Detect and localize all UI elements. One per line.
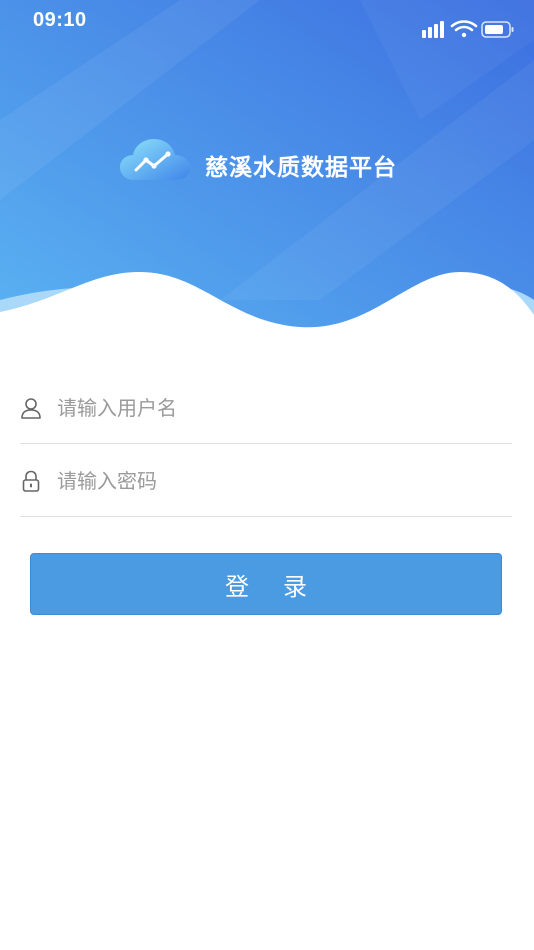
- app-title: 慈溪水质数据平台: [205, 155, 397, 181]
- password-field: [20, 444, 512, 517]
- password-input[interactable]: [55, 462, 499, 500]
- cloud-chart-icon: [120, 139, 190, 180]
- username-field: [20, 371, 512, 444]
- brand: 慈溪水质数据平台: [0, 138, 534, 188]
- status-bar: 09:10: [0, 0, 534, 44]
- status-time: 09:10: [33, 9, 87, 31]
- lock-icon: [22, 470, 40, 492]
- user-icon: [21, 398, 41, 419]
- battery-icon: [481, 21, 514, 38]
- wifi-icon: [450, 20, 478, 38]
- login-button[interactable]: 登录: [30, 553, 502, 615]
- status-icons: [416, 20, 516, 40]
- signal-icon: [422, 21, 444, 38]
- username-input[interactable]: [55, 389, 499, 427]
